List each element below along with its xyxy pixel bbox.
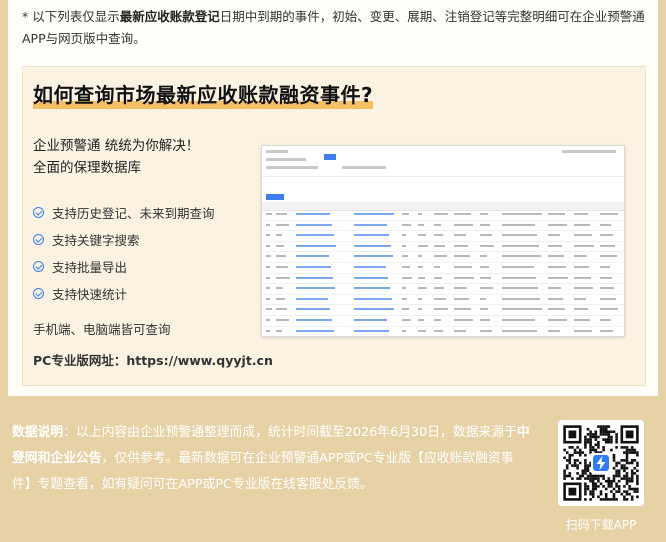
feature-item: 支持历史登记、未来到期查询 [33, 199, 215, 226]
screenshot-table-row [262, 305, 624, 316]
feature-item: 支持快速统计 [33, 280, 215, 307]
note-prefix: * 以下列表仅显示 [22, 9, 120, 24]
screenshot-table-row [262, 252, 624, 263]
check-circle-icon [33, 261, 44, 272]
screenshot-table-row [262, 284, 624, 295]
data-description-label: 数据说明 [12, 425, 64, 440]
feature-label: 支持关键字搜索 [52, 233, 140, 248]
slogan-line-2: 全面的保理数据库 [33, 160, 141, 176]
info-panel: 如何查询市场最新应收账款融资事件? 企业预警通 统统为你解决！ 全面的保理数据库… [22, 66, 646, 386]
screenshot-table [262, 210, 624, 336]
data-description: 数据说明：以上内容由企业预警通整理而成，统计时间截至2026年6月30日，数据来… [12, 420, 532, 498]
screenshot-table-row [262, 242, 624, 253]
screenshot-table-row [262, 231, 624, 242]
qr-code-image [558, 420, 644, 506]
check-circle-icon [33, 207, 44, 218]
devices-text: 手机端、电脑端皆可查询 [33, 322, 171, 337]
disclaimer-note: * 以下列表仅显示最新应收账款登记日期中到期的事件，初始、变更、展期、注销登记等… [22, 6, 652, 50]
slogan: 企业预警通 统统为你解决！ 全面的保理数据库 [33, 135, 199, 179]
screenshot-table-row [262, 221, 624, 232]
screenshot-table-row [262, 210, 624, 221]
qr-code[interactable] [558, 420, 644, 506]
data-description-part-1: ：以上内容由企业预警通整理而成，统计时间截至2026年6月30日，数据来源于 [63, 425, 517, 440]
screenshot-table-row [262, 295, 624, 306]
feature-item: 支持批量导出 [33, 253, 215, 280]
pc-url-link[interactable]: PC专业版网址：https://www.qyyjt.cn [33, 350, 273, 369]
note-bold: 最新应收账款登记 [119, 9, 220, 24]
feature-label: 支持历史登记、未来到期查询 [52, 206, 215, 221]
screenshot-table-row [262, 327, 624, 336]
screenshot-tab [266, 194, 284, 200]
top-card: * 以下列表仅显示最新应收账款登记日期中到期的事件，初始、变更、展期、注销登记等… [8, 0, 658, 396]
screenshot-table-row [262, 263, 624, 274]
screenshot-table-row [262, 274, 624, 285]
feature-label: 支持快速统计 [52, 287, 128, 302]
check-circle-icon [33, 234, 44, 245]
slogan-line-1: 企业预警通 统统为你解决！ [33, 138, 200, 154]
screenshot-table-row [262, 316, 624, 327]
promo-title: 如何查询市场最新应收账款融资事件? [33, 83, 374, 107]
product-screenshot [261, 145, 625, 337]
screenshot-toolbar [262, 146, 624, 177]
qr-caption: 扫码下载APP [565, 518, 637, 532]
feature-item: 支持关键字搜索 [33, 226, 215, 253]
feature-label: 支持批量导出 [52, 260, 128, 275]
feature-list: 支持历史登记、未来到期查询 支持关键字搜索 支持批量导出 支持快速统计 [33, 199, 215, 307]
check-circle-icon [33, 288, 44, 299]
